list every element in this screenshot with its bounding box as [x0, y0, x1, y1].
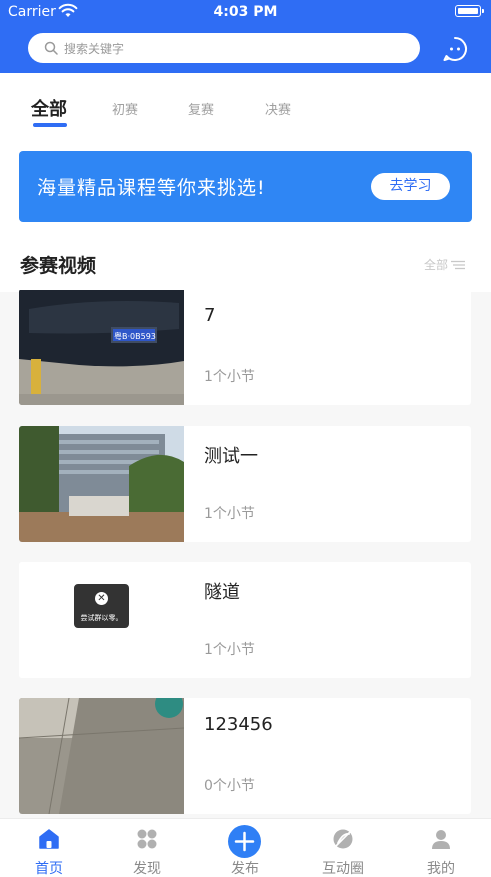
view-all-label: 全部	[424, 258, 449, 272]
video-card[interactable]: 粤B·0B593 7 1个小节	[19, 290, 471, 405]
promo-banner[interactable]: 海量精品课程等你来挑选! 去学习	[19, 151, 472, 222]
tab-final[interactable]: 决赛	[265, 99, 291, 118]
active-tab-indicator	[33, 123, 67, 127]
error-toast: ✕ 尝试群以零。	[74, 584, 129, 628]
video-title: 测试一	[204, 446, 258, 467]
list-filter-icon	[451, 260, 466, 270]
message-icon[interactable]	[442, 36, 468, 62]
top-header: Carrier 4:03 PM 搜索关键字	[0, 0, 491, 73]
nav-profile[interactable]: 我的	[392, 819, 490, 877]
video-section-count: 1个小节	[204, 642, 255, 658]
category-tabs: 全部 初赛 复赛 决赛	[0, 93, 491, 133]
nav-home-label: 首页	[35, 861, 63, 877]
banner-text: 海量精品课程等你来挑选!	[37, 177, 266, 199]
close-icon: ✕	[95, 592, 108, 605]
video-card[interactable]: 123456 0个小节	[19, 698, 471, 814]
battery-icon	[455, 5, 484, 17]
home-icon	[39, 829, 59, 849]
video-section-count: 0个小节	[204, 778, 255, 794]
circle-icon	[333, 829, 353, 849]
section-title: 参赛视频	[20, 255, 97, 277]
video-card[interactable]: ✕ 尝试群以零。 隧道 1个小节	[19, 562, 471, 678]
view-all-button[interactable]: 全部	[424, 256, 466, 273]
video-title: 隧道	[204, 582, 240, 603]
video-section-count: 1个小节	[204, 506, 255, 522]
video-thumbnail-floor	[19, 698, 184, 814]
search-input[interactable]: 搜索关键字	[28, 33, 420, 63]
plus-icon	[228, 825, 261, 858]
tab-all[interactable]: 全部	[31, 95, 67, 121]
toast-text: 尝试群以零。	[80, 614, 123, 622]
video-title: 7	[204, 305, 216, 326]
status-bar: Carrier 4:03 PM	[0, 0, 491, 26]
go-learn-button[interactable]: 去学习	[371, 173, 450, 200]
search-icon	[44, 41, 58, 55]
nav-community-label: 互动圈	[322, 861, 364, 877]
video-thumbnail-car: 粤B·0B593	[19, 290, 184, 405]
plate-text: 粤B·0B593	[114, 331, 156, 341]
video-thumbnail-empty: ✕ 尝试群以零。	[19, 562, 184, 678]
nav-home[interactable]: 首页	[0, 819, 98, 877]
main-content: 全部 初赛 复赛 决赛 海量精品课程等你来挑选! 去学习 参赛视频 全部	[0, 73, 491, 292]
video-list[interactable]: 粤B·0B593 7 1个小节 测试一 1个小节 ✕ 尝试群以零。 隧道 1个小…	[0, 290, 491, 818]
tab-preliminary[interactable]: 初赛	[112, 99, 138, 118]
nav-discover-label: 发现	[133, 861, 161, 877]
clock: 4:03 PM	[213, 4, 278, 20]
tab-second-round[interactable]: 复赛	[188, 99, 214, 118]
bottom-tab-bar: 首页 发现 发布 互动圈 我的	[0, 818, 491, 877]
video-thumbnail-building	[19, 426, 184, 542]
nav-publish-label: 发布	[231, 861, 259, 877]
nav-discover[interactable]: 发现	[98, 819, 196, 877]
nav-community[interactable]: 互动圈	[294, 819, 392, 877]
user-icon	[432, 830, 450, 849]
video-title: 123456	[204, 714, 273, 735]
nav-publish[interactable]: 发布	[196, 819, 294, 877]
nav-profile-label: 我的	[427, 861, 455, 877]
discover-icon	[137, 829, 157, 849]
search-placeholder: 搜索关键字	[64, 42, 125, 56]
video-section-count: 1个小节	[204, 369, 255, 385]
video-card[interactable]: 测试一 1个小节	[19, 426, 471, 542]
